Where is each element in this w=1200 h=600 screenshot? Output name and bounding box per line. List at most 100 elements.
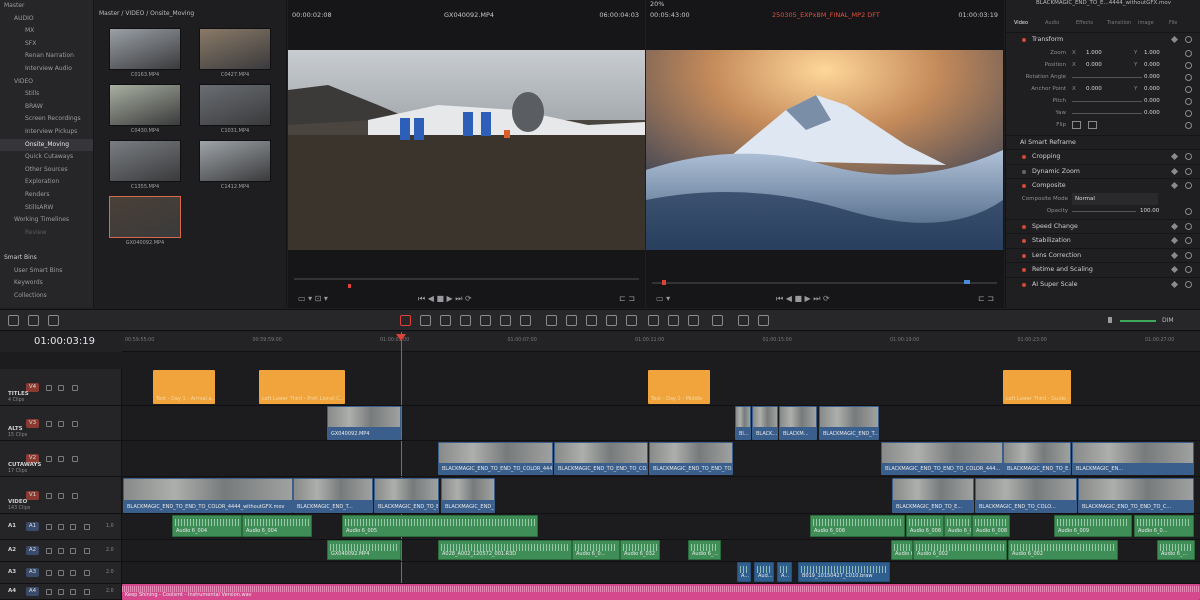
toolbar-tool-icon[interactable] — [420, 315, 431, 326]
toolbar-tool-icon[interactable] — [400, 315, 411, 326]
title-clip[interactable]: Text - Day 2 - Middle — [648, 370, 710, 404]
program-transport-controls[interactable]: ⏮ ◀ ■ ▶ ⏭ ⟳ — [776, 294, 830, 304]
bin-item[interactable]: AUDIO — [0, 13, 93, 26]
toolbar-tool-icon[interactable] — [440, 315, 451, 326]
toolbar-tool-icon[interactable] — [546, 315, 557, 326]
bin-item[interactable]: Renan Narration — [0, 50, 93, 63]
track-id[interactable]: A1 — [26, 522, 39, 531]
keyframe-icon[interactable] — [1170, 222, 1179, 230]
solo-icon[interactable] — [70, 548, 76, 554]
video-clip[interactable]: BLACKMAGIC_END_TO_E... — [1003, 442, 1071, 475]
auto-select-icon[interactable] — [58, 570, 64, 576]
bin-item[interactable]: Other Sources — [0, 164, 93, 177]
dim-button[interactable]: DIM — [1162, 317, 1174, 324]
reset-icon[interactable] — [1185, 237, 1192, 244]
bin-item[interactable]: Interview Pickups — [0, 126, 93, 139]
bin-item[interactable]: Onsite_Moving — [0, 138, 93, 152]
toolbar-tool-icon[interactable] — [758, 315, 769, 326]
playhead-handle-icon[interactable] — [396, 334, 406, 341]
lock-icon[interactable] — [46, 570, 52, 576]
audio-clip[interactable]: Audio 6_009 — [1054, 515, 1132, 537]
bin-item[interactable]: Screen Recordings — [0, 113, 93, 126]
media-clip-thumbnail[interactable] — [199, 140, 271, 182]
video-clip[interactable]: BLACKMAGIC_END_TO_END_TO_C... — [1078, 478, 1194, 513]
enable-toggle-icon[interactable] — [1022, 239, 1026, 243]
video-clip[interactable]: GX040092.MP4 — [327, 406, 401, 440]
param-value[interactable]: 0.000 — [1144, 95, 1160, 107]
music[interactable]: Keep Shining - Coolsmt - Instrumental Ve… — [122, 584, 1200, 600]
program-scrubber[interactable] — [652, 282, 997, 284]
section-speed-change[interactable]: Speed Change — [1006, 218, 1200, 233]
param-value[interactable]: 0.000 — [1144, 71, 1160, 83]
toolbar-tool-icon[interactable] — [8, 315, 19, 326]
title-clip[interactable]: Left Lower Third - Guide - Nayen... — [1003, 370, 1071, 404]
audio-clip[interactable]: GX040092.MP4 — [327, 540, 401, 560]
reset-icon[interactable] — [1185, 109, 1192, 117]
reset-icon[interactable] — [1185, 167, 1192, 175]
bin-item[interactable]: Interview Audio — [0, 63, 93, 76]
keyframe-icon[interactable] — [1170, 152, 1179, 161]
section-dynamic-zoom[interactable]: Dynamic Zoom — [1006, 163, 1200, 178]
reset-icon[interactable] — [1185, 73, 1192, 81]
auto-select-icon[interactable] — [58, 589, 64, 595]
video-clip[interactable]: BLACK... — [752, 406, 778, 440]
keyframe-icon[interactable] — [1170, 236, 1179, 245]
section-stabilization[interactable]: Stabilization — [1006, 233, 1200, 247]
media-clip-thumbnail[interactable] — [109, 84, 181, 126]
bin-item[interactable]: Exploration — [0, 176, 93, 189]
toolbar-tool-icon[interactable] — [626, 315, 637, 326]
bin-item[interactable]: Review — [0, 227, 93, 240]
media-clip-thumbnail[interactable] — [109, 140, 181, 182]
toolbar-tool-icon[interactable] — [648, 315, 659, 326]
source-edit-buttons[interactable]: ⊏ ⊐ — [619, 294, 635, 303]
audio-clip[interactable]: Audio 6_... — [688, 540, 721, 560]
bin-item[interactable]: SFX — [0, 38, 93, 51]
solo-icon[interactable] — [70, 589, 76, 595]
video-clip[interactable]: BLACKMAGIC_END_TO_COLO... — [975, 478, 1077, 513]
video-clip[interactable]: BLACKMAGIC_END_T... — [293, 478, 373, 513]
smart-bin-item[interactable]: Keywords — [0, 277, 94, 290]
audio-clip[interactable]: Audio 6_002 — [913, 540, 1007, 560]
flip-v-icon[interactable] — [1088, 120, 1097, 129]
toolbar-tool-icon[interactable] — [586, 315, 597, 326]
toolbar-tool-icon[interactable] — [28, 315, 39, 326]
lock-icon[interactable] — [46, 456, 52, 462]
bin-item[interactable]: BRAW — [0, 101, 93, 114]
enable-toggle-icon[interactable] — [1022, 224, 1026, 229]
toolbar-tool-icon[interactable] — [688, 315, 699, 326]
track-visibility-icon[interactable] — [72, 456, 78, 462]
param-y-value[interactable]: 0.000 — [1144, 59, 1160, 71]
opacity-slider[interactable] — [1072, 210, 1136, 212]
section-ai-super-scale[interactable]: AI Super Scale — [1006, 276, 1200, 291]
auto-select-icon[interactable] — [58, 420, 64, 427]
toolbar-tool-icon[interactable] — [668, 315, 679, 326]
timeline-ruler[interactable]: 00:59:55:00 00:59:59:00 01:00:03:00 01:00:0… — [122, 332, 1200, 352]
toolbar-tool-icon[interactable] — [738, 315, 749, 326]
section-composite[interactable]: Composite — [1006, 178, 1200, 192]
keyframe-icon[interactable] — [1170, 280, 1179, 288]
reset-icon[interactable] — [1185, 182, 1192, 189]
keyframe-icon[interactable] — [1170, 181, 1179, 190]
program-marker[interactable] — [964, 280, 970, 284]
audio-clip[interactable]: Aud... — [754, 562, 774, 582]
bin-item[interactable]: Renders — [0, 189, 93, 202]
track-id[interactable]: A4 — [26, 587, 39, 596]
video-clip[interactable]: BLACKMAGIC_END_TO_END_TO_COLOR_4444_with… — [123, 478, 293, 513]
video-clip[interactable]: BLACKMAGIC_EN... — [1072, 442, 1194, 475]
video-clip[interactable]: BLACKMAGIC_END_TO_E... — [374, 478, 439, 513]
inspector-tab-audio[interactable]: Audio — [1045, 20, 1059, 26]
param-x-value[interactable]: 1.000 — [1086, 47, 1102, 59]
auto-select-icon[interactable] — [58, 548, 64, 554]
bin-item[interactable]: StillsARW — [0, 202, 93, 215]
program-edit-buttons[interactable]: ⊏ ⊐ — [978, 294, 994, 303]
toolbar-tool-icon[interactable] — [500, 315, 511, 326]
smart-bin-item[interactable]: Collections — [0, 290, 94, 303]
lock-icon[interactable] — [46, 420, 52, 427]
reset-icon[interactable] — [1185, 207, 1192, 215]
solo-icon[interactable] — [70, 524, 76, 530]
audio-clip[interactable]: Audio 6_032 — [620, 540, 660, 560]
solo-icon[interactable] — [70, 570, 76, 576]
timeline-name[interactable]: 250305_EXPxBM_FINAL_MP2 DFT — [772, 11, 880, 19]
inspector-tab-file[interactable]: File — [1169, 20, 1177, 26]
smart-bin-item[interactable]: User Smart Bins — [0, 265, 94, 278]
